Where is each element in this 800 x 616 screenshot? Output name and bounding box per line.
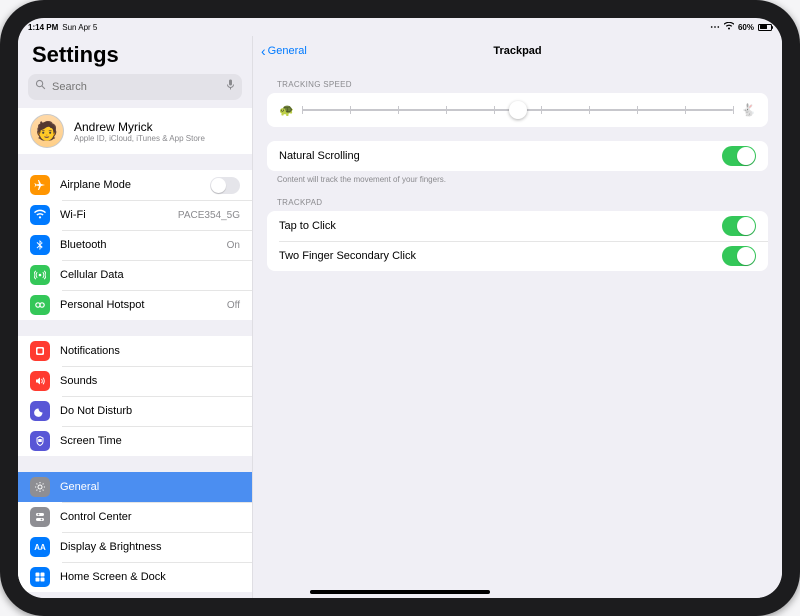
sidebar-item-label: Display & Brightness (60, 541, 240, 553)
airplane-icon (30, 175, 50, 195)
tortoise-icon: 🐢 (279, 103, 294, 117)
status-bar: 1:14 PM Sun Apr 5 60% (18, 18, 782, 36)
search-icon (35, 79, 46, 93)
sidebar-item-airplane-mode[interactable]: Airplane Mode (18, 170, 252, 200)
sidebar-item-bluetooth[interactable]: BluetoothOn (18, 230, 252, 260)
tracking-speed-slider[interactable] (302, 109, 733, 111)
toggle[interactable] (722, 246, 756, 266)
account-name: Andrew Myrick (74, 120, 205, 134)
sidebar-item-label: Bluetooth (60, 239, 227, 251)
gear-icon (30, 477, 50, 497)
cc-icon (30, 507, 50, 527)
svg-text:AA: AA (34, 543, 46, 552)
dnd-icon (30, 401, 50, 421)
sidebar-item-label: Screen Time (60, 435, 240, 447)
sidebar-item-screen-time[interactable]: Screen Time (18, 426, 252, 456)
sidebar-item-label: Cellular Data (60, 269, 240, 281)
sidebar-item-general[interactable]: General (18, 472, 252, 502)
mic-icon[interactable] (226, 79, 235, 94)
toggle[interactable] (210, 177, 240, 194)
screen: 1:14 PM Sun Apr 5 60% Settings (18, 18, 782, 598)
screentime-icon (30, 431, 50, 451)
sidebar-item-value: On (227, 240, 240, 251)
cell-signal-icon (710, 22, 720, 33)
settings-title: Settings (18, 36, 252, 74)
setting-label: Natural Scrolling (279, 150, 722, 162)
chevron-left-icon: ‹ (261, 44, 266, 58)
sidebar-item-label: Home Screen & Dock (60, 571, 240, 583)
settings-sidebar: Settings 🧑 Andrew Myrick Apple ID, iC (18, 36, 253, 598)
sidebar-item-wi-fi[interactable]: Wi-FiPACE354_5G (18, 200, 252, 230)
detail-header: ‹ General Trackpad (253, 36, 782, 66)
sidebar-item-label: Do Not Disturb (60, 405, 240, 417)
wifi-icon (724, 22, 734, 32)
ipad-frame: 1:14 PM Sun Apr 5 60% Settings (0, 0, 800, 616)
cell-icon (30, 265, 50, 285)
detail-pane: ‹ General Trackpad TRACKING SPEED 🐢 🐇 Na… (253, 36, 782, 598)
sidebar-item-label: Notifications (60, 345, 240, 357)
display-icon: AA (30, 537, 50, 557)
sidebar-item-personal-hotspot[interactable]: Personal HotspotOff (18, 290, 252, 320)
sidebar-item-do-not-disturb[interactable]: Do Not Disturb (18, 396, 252, 426)
setting-label: Tap to Click (279, 220, 722, 232)
tracking-speed-label: TRACKING SPEED (253, 66, 782, 93)
sound-icon (30, 371, 50, 391)
sidebar-item-label: Airplane Mode (60, 179, 210, 191)
avatar: 🧑 (30, 114, 64, 148)
bt-icon (30, 235, 50, 255)
toggle[interactable] (722, 146, 756, 166)
sidebar-item-label: Wi-Fi (60, 209, 178, 221)
search-input[interactable] (28, 74, 242, 100)
back-label: General (268, 45, 307, 57)
status-battery: 60% (738, 23, 754, 32)
sidebar-item-label: Control Center (60, 511, 240, 523)
hare-icon: 🐇 (741, 103, 756, 117)
setting-row-natural-scrolling[interactable]: Natural Scrolling (267, 141, 768, 171)
apple-id-row[interactable]: 🧑 Andrew Myrick Apple ID, iCloud, iTunes… (18, 108, 252, 154)
status-time: 1:14 PM (28, 23, 58, 32)
sidebar-item-label: Sounds (60, 375, 240, 387)
sidebar-item-value: Off (227, 300, 240, 311)
natural-scroll-footnote: Content will track the movement of your … (253, 171, 782, 184)
wifi-icon (30, 205, 50, 225)
tracking-speed-card: 🐢 🐇 (267, 93, 768, 127)
notif-icon (30, 341, 50, 361)
back-button[interactable]: ‹ General (261, 44, 307, 58)
hotspot-icon (30, 295, 50, 315)
sidebar-item-notifications[interactable]: Notifications (18, 336, 252, 366)
detail-title: Trackpad (493, 45, 541, 57)
setting-row-tap-to-click[interactable]: Tap to Click (267, 211, 768, 241)
battery-icon (758, 24, 772, 31)
sidebar-item-home-screen-dock[interactable]: Home Screen & Dock (18, 562, 252, 592)
sidebar-item-label: Personal Hotspot (60, 299, 227, 311)
sidebar-item-display-brightness[interactable]: AA Display & Brightness (18, 532, 252, 562)
sidebar-item-cellular-data[interactable]: Cellular Data (18, 260, 252, 290)
home-indicator[interactable] (310, 590, 490, 594)
toggle[interactable] (722, 216, 756, 236)
sidebar-item-value: PACE354_5G (178, 210, 240, 221)
sidebar-item-sounds[interactable]: Sounds (18, 366, 252, 396)
sidebar-item-control-center[interactable]: Control Center (18, 502, 252, 532)
trackpad-section-label: TRACKPAD (253, 184, 782, 211)
slider-thumb[interactable] (509, 101, 527, 119)
setting-row-two-finger-secondary-click[interactable]: Two Finger Secondary Click (267, 241, 768, 271)
status-date: Sun Apr 5 (62, 23, 97, 32)
sidebar-item-label: General (60, 481, 240, 493)
home-icon (30, 567, 50, 587)
search-field[interactable] (28, 74, 242, 100)
setting-label: Two Finger Secondary Click (279, 250, 722, 262)
account-sub: Apple ID, iCloud, iTunes & App Store (74, 134, 205, 143)
